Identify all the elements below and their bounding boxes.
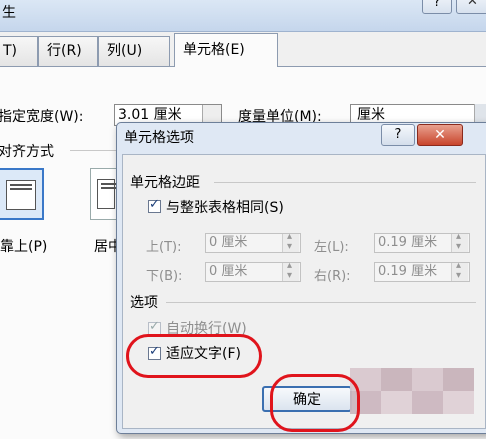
tab-table[interactable]: T): [0, 36, 38, 66]
bottom-margin-spinner[interactable]: [282, 260, 299, 281]
top-margin-label: 上(T):: [146, 240, 182, 255]
bottom-margin-label: 下(B):: [146, 269, 183, 284]
align-top-option[interactable]: [0, 168, 44, 220]
tab-column[interactable]: 列(U): [98, 36, 170, 66]
dialog-close-button[interactable]: ✕: [417, 124, 463, 146]
pixelated-cancel-area: [350, 368, 474, 414]
left-margin-spinner[interactable]: [451, 231, 468, 252]
cell-margins-group-label: 单元格边距: [130, 175, 200, 191]
table-properties-titlebar: [0, 0, 486, 32]
ok-button-highlight: [270, 374, 360, 432]
same-as-table-label: 与整张表格相同(S): [166, 200, 284, 216]
same-as-table-checkbox[interactable]: [148, 197, 161, 213]
align-top-icon: [6, 180, 36, 210]
right-margin-label: 右(R):: [314, 269, 351, 284]
top-margin-spinner[interactable]: [282, 231, 299, 252]
tab-cell[interactable]: 单元格(E): [174, 33, 278, 67]
options-group-label: 选项: [130, 295, 158, 311]
align-top-label: 靠上(P): [0, 239, 48, 255]
dialog-help-button[interactable]: ?: [381, 124, 415, 146]
alignment-section-label: 对齐方式: [0, 144, 54, 160]
options-divider: [166, 302, 476, 303]
left-margin-label: 左(L):: [314, 240, 349, 255]
close-button[interactable]: [456, 0, 486, 14]
cell-margins-divider: [214, 182, 476, 183]
table-properties-title: 生: [2, 5, 16, 21]
fit-text-highlight: [126, 334, 262, 378]
tab-row[interactable]: 行(R): [38, 36, 98, 66]
help-button[interactable]: ?: [422, 0, 452, 14]
preferred-width-label: 指定宽度(W):: [0, 109, 84, 125]
dialog-title: 单元格选项: [124, 130, 194, 146]
right-margin-spinner[interactable]: [451, 260, 468, 281]
align-center-icon: [97, 179, 123, 209]
